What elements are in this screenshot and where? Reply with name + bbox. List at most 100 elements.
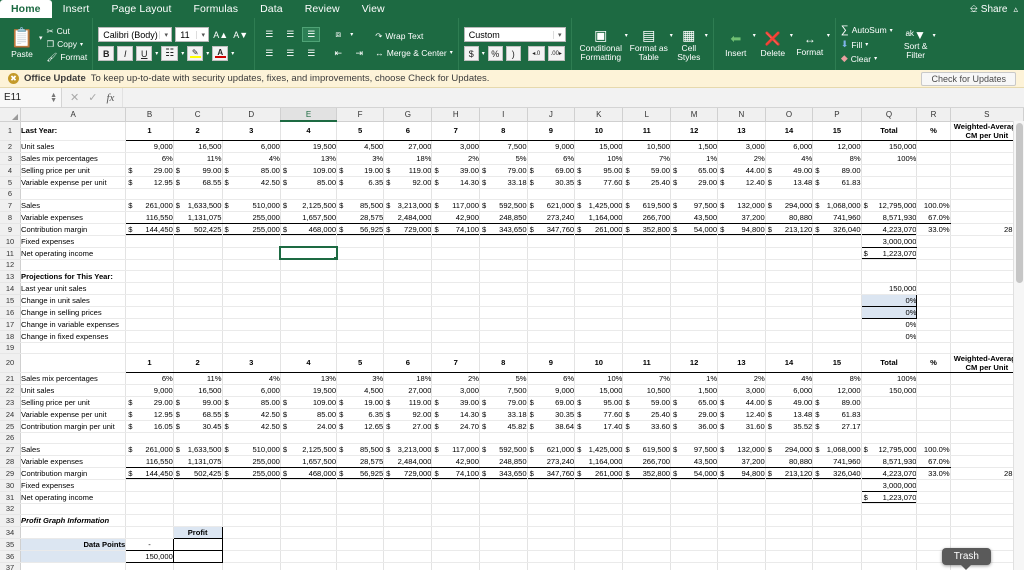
cell-R13[interactable] — [916, 270, 951, 283]
cell-H35[interactable] — [431, 538, 480, 551]
cell-E18[interactable] — [280, 330, 338, 343]
cell-A29[interactable]: Contribution margin — [20, 467, 127, 480]
cell-I11[interactable] — [479, 247, 528, 260]
cell-P35[interactable] — [812, 538, 862, 551]
cell-M24[interactable]: 29.00 — [670, 408, 719, 421]
column-header-r[interactable]: R — [916, 108, 951, 122]
cell-D1[interactable]: 3 — [222, 121, 281, 141]
cell-L28[interactable]: 266,700 — [622, 455, 672, 468]
cell-H33[interactable] — [431, 514, 480, 527]
cell-E24[interactable]: 85.00 — [280, 408, 338, 421]
paste-button[interactable]: 📋 Paste — [5, 29, 39, 59]
cell-Q28[interactable]: 8,571,930 — [861, 455, 918, 468]
cell-I16[interactable] — [479, 306, 528, 319]
cell-A16[interactable]: Change in selling prices — [20, 306, 127, 319]
cell-E9[interactable]: 468,000 — [280, 223, 338, 236]
cell-Q10[interactable]: 3,000,000 — [861, 235, 918, 248]
cell-P36[interactable] — [812, 550, 862, 563]
cell-P21[interactable]: 8% — [812, 372, 862, 385]
cell-D7[interactable]: 510,000 — [222, 199, 281, 212]
cell-H16[interactable] — [431, 306, 480, 319]
cell-P34[interactable] — [812, 526, 862, 539]
cell-G19[interactable] — [383, 342, 433, 354]
cell-F23[interactable]: 19.00 — [336, 396, 385, 409]
cell-L13[interactable] — [622, 270, 672, 283]
cell-H25[interactable]: 24.70 — [431, 420, 480, 433]
currency-dropdown-icon[interactable]: ▾ — [482, 50, 485, 57]
cell-N12[interactable] — [717, 259, 766, 271]
row-header-15[interactable]: 15 — [0, 294, 22, 307]
cell-H20[interactable]: 7 — [431, 352, 480, 373]
cell-P3[interactable]: 8% — [812, 152, 862, 165]
cell-R20[interactable]: % — [916, 352, 951, 373]
cell-Q7[interactable]: 12,795,000 — [861, 199, 918, 212]
column-header-g[interactable]: G — [383, 108, 433, 122]
cell-N4[interactable]: 44.00 — [717, 164, 766, 177]
cell-B9[interactable]: 144,450 — [125, 223, 174, 236]
cell-F1[interactable]: 5 — [336, 121, 385, 141]
cell-styles-button[interactable]: ▦ Cell Styles — [673, 27, 705, 62]
cell-E22[interactable]: 19,500 — [280, 384, 338, 397]
cell-G9[interactable]: 729,000 — [383, 223, 433, 236]
cell-H8[interactable]: 42,900 — [431, 211, 480, 224]
cell-Q3[interactable]: 100% — [861, 152, 918, 165]
cell-A22[interactable]: Unit sales — [20, 384, 127, 397]
cell-B1[interactable]: 1 — [125, 121, 174, 141]
cell-N37[interactable] — [717, 562, 766, 570]
cell-K34[interactable] — [574, 526, 624, 539]
cell-K2[interactable]: 15,000 — [574, 140, 624, 153]
cell-O29[interactable]: 213,120 — [765, 467, 814, 480]
cell-M6[interactable] — [670, 188, 719, 200]
row-header-13[interactable]: 13 — [0, 270, 22, 283]
cell-N18[interactable] — [717, 330, 766, 343]
cell-B22[interactable]: 9,000 — [125, 384, 174, 397]
cell-R16[interactable] — [916, 306, 951, 319]
row-header-20[interactable]: 20 — [0, 353, 22, 373]
cell-I6[interactable] — [479, 188, 528, 200]
cell-G26[interactable] — [383, 432, 433, 444]
cell-M1[interactable]: 12 — [670, 121, 719, 141]
row-header-35[interactable]: 35 — [0, 538, 22, 551]
cell-E33[interactable] — [280, 514, 338, 527]
cell-L35[interactable] — [622, 538, 672, 551]
cell-C2[interactable]: 16,500 — [173, 140, 223, 153]
cell-J8[interactable]: 273,240 — [527, 211, 576, 224]
cell-C14[interactable] — [173, 282, 223, 295]
cell-J3[interactable]: 6% — [527, 152, 576, 165]
cell-E25[interactable]: 24.00 — [280, 420, 338, 433]
cell-B36[interactable]: 150,000 — [125, 549, 174, 563]
cell-C3[interactable]: 11% — [173, 152, 223, 165]
cell-C15[interactable] — [173, 294, 223, 307]
cell-E5[interactable]: 85.00 — [280, 176, 338, 189]
cell-R4[interactable] — [916, 164, 951, 177]
cell-I17[interactable] — [479, 318, 528, 331]
cell-Q13[interactable] — [861, 270, 918, 283]
cell-H7[interactable]: 117,000 — [431, 199, 480, 212]
cell-K24[interactable]: 77.60 — [574, 408, 624, 421]
format-painter-button[interactable]: 🖌 Format — [47, 52, 88, 63]
cell-N7[interactable]: 132,000 — [717, 199, 766, 212]
cell-K15[interactable] — [574, 294, 624, 307]
cell-E12[interactable] — [280, 259, 338, 271]
cell-J23[interactable]: 69.00 — [527, 396, 576, 409]
cell-E37[interactable] — [280, 562, 338, 570]
cell-J14[interactable] — [527, 282, 576, 295]
cell-J29[interactable]: 347,760 — [527, 467, 576, 480]
cell-I27[interactable]: 592,500 — [479, 443, 528, 456]
row-header-1[interactable]: 1 — [0, 121, 22, 141]
cell-E32[interactable] — [280, 503, 338, 515]
cell-Q33[interactable] — [861, 514, 918, 527]
cell-J4[interactable]: 69.00 — [527, 164, 576, 177]
row-header-17[interactable]: 17 — [0, 318, 22, 331]
cell-Q31[interactable]: 1,223,070 — [861, 491, 918, 504]
cell-J36[interactable] — [527, 550, 576, 563]
cell-R11[interactable] — [916, 247, 951, 260]
row-header-27[interactable]: 27 — [0, 443, 22, 456]
cell-F32[interactable] — [336, 503, 385, 515]
row-header-34[interactable]: 34 — [0, 526, 22, 539]
cell-C29[interactable]: 502,425 — [173, 467, 223, 480]
format-as-table-button[interactable]: ▤ Format as Table — [628, 27, 670, 62]
cell-M18[interactable] — [670, 330, 719, 343]
cell-M20[interactable]: 12 — [670, 352, 719, 373]
cell-L29[interactable]: 352,800 — [622, 467, 672, 480]
